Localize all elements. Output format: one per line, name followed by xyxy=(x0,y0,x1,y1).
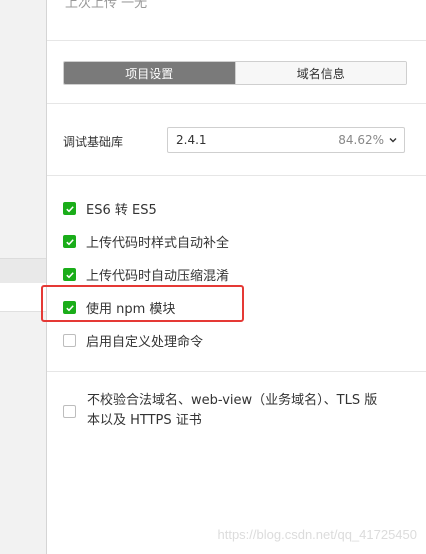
top-strip: 上次上传 一无 xyxy=(47,0,426,41)
last-upload-text: 上次上传 一无 xyxy=(65,0,148,11)
checkbox-unchecked-icon[interactable] xyxy=(63,334,76,347)
tab-project-settings[interactable]: 项目设置 xyxy=(64,62,235,84)
option-minify[interactable]: 上传代码时自动压缩混淆 xyxy=(63,265,229,284)
debug-lib-percent: 84.62% xyxy=(338,133,384,147)
option-style-autocomplete[interactable]: 上传代码时样式自动补全 xyxy=(63,232,229,251)
checkbox-unchecked-icon[interactable] xyxy=(63,405,76,418)
project-settings-panel: 上次上传 一无 项目设置 域名信息 调试基础库 2.4.1 84.62% ES6… xyxy=(46,0,426,554)
option-label: 上传代码时样式自动补全 xyxy=(86,236,230,251)
divider xyxy=(47,175,426,176)
tab-domain-info[interactable]: 域名信息 xyxy=(234,62,406,84)
divider xyxy=(47,371,426,372)
debug-lib-select[interactable]: 2.4.1 84.62% xyxy=(167,127,405,153)
debug-lib-label: 调试基础库 xyxy=(63,135,124,149)
option-label: 上传代码时自动压缩混淆 xyxy=(86,269,230,284)
background-input-row xyxy=(0,283,46,312)
checkbox-checked-icon[interactable] xyxy=(63,268,76,281)
watermark: https://blog.csdn.net/qq_41725450 xyxy=(217,527,418,542)
checkbox-checked-icon[interactable] xyxy=(63,235,76,248)
checkbox-checked-icon[interactable] xyxy=(63,202,76,215)
chevron-down-icon xyxy=(389,138,397,143)
highlight-box xyxy=(41,285,244,322)
settings-tab-bar: 项目设置 域名信息 xyxy=(63,61,407,85)
option-custom-command[interactable]: 启用自定义处理命令 xyxy=(63,331,203,350)
option-label-line1: 不校验合法域名、web-view（业务域名）、TLS 版 xyxy=(87,393,378,408)
option-label-line2: 本以及 HTTPS 证书 xyxy=(87,413,202,428)
option-label: 启用自定义处理命令 xyxy=(86,335,204,350)
background-toolbar-row xyxy=(0,258,46,284)
debug-lib-version: 2.4.1 xyxy=(176,133,207,147)
option-skip-domain-check[interactable]: 不校验合法域名、web-view（业务域名）、TLS 版 本以及 HTTPS 证… xyxy=(87,391,387,431)
option-es6-to-es5[interactable]: ES6 转 ES5 xyxy=(63,199,157,218)
option-label: ES6 转 ES5 xyxy=(86,203,157,218)
divider xyxy=(47,103,426,104)
